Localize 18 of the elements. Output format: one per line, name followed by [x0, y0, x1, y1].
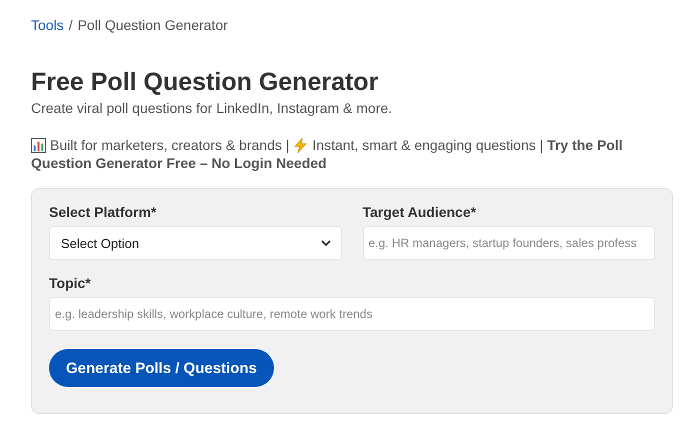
breadcrumb-link[interactable]: Tools	[31, 17, 64, 33]
text-input-field[interactable]: e.g. leadership skills, workplace culture, remote work trends	[49, 297, 655, 331]
intro-text: Built for marketers, creators & brands |	[50, 136, 290, 154]
field-label: Topic*	[49, 274, 92, 292]
breadcrumb-current: Poll Question Generator	[78, 17, 228, 33]
breadcrumb-separator: /	[68, 17, 73, 33]
intro-text: Instant, smart & engaging questions | Try the Poll	[312, 136, 623, 154]
page-subtitle: Create viral poll questions for LinkedIn, Instagram & more.	[31, 99, 394, 117]
generate-button[interactable]: Generate Polls / Questions	[49, 349, 274, 387]
chevron-down-icon	[320, 240, 330, 246]
lightning-icon	[293, 138, 308, 152]
intro-text: Question Generator Free – No Login Needed	[31, 154, 327, 172]
bar-chart-icon	[31, 138, 46, 152]
field-label: Select Platform*	[49, 203, 158, 221]
platform-select[interactable]: Select Option	[49, 226, 342, 260]
text-input-field[interactable]: e.g. HR managers, startup founders, sales profess	[362, 226, 655, 260]
page-title: Free Poll Question Generator	[31, 67, 380, 97]
field-label: Target Audience*	[362, 203, 478, 221]
